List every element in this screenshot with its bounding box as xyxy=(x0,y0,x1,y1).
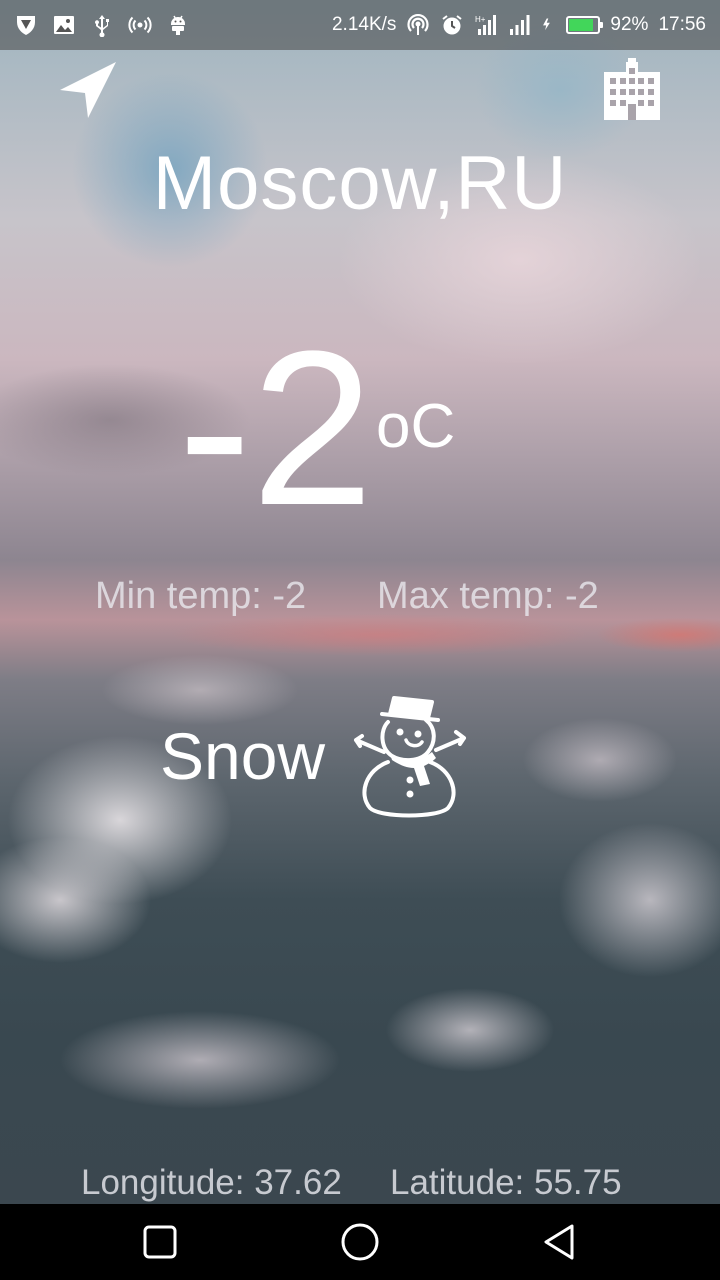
battery-icon xyxy=(566,16,604,34)
recent-apps-square-icon[interactable] xyxy=(140,1222,180,1262)
battery-cap xyxy=(600,22,604,28)
latitude: Latitude: 55.75 xyxy=(390,1163,622,1202)
city-buildings-icon[interactable] xyxy=(602,58,662,120)
weather-screen: 2.14K/s H+ 92% 17:56 Moscow,RU -2 oC Min… xyxy=(0,0,720,1280)
charging-icon xyxy=(543,18,551,31)
hotspot-icon xyxy=(128,16,152,34)
max-temp: Max temp: -2 xyxy=(377,575,599,617)
status-bar: 2.14K/s H+ 92% 17:56 xyxy=(0,0,720,50)
net-speed: 2.14K/s xyxy=(331,14,397,35)
status-bar-left-icons xyxy=(14,12,190,38)
shield-app-icon xyxy=(17,16,35,35)
alarm-icon xyxy=(442,15,463,35)
battery-level-fill xyxy=(569,19,594,31)
signal-icon xyxy=(510,15,530,35)
temperature-unit: oC xyxy=(376,392,456,461)
weather-description: Snow xyxy=(160,719,326,793)
usb-icon xyxy=(95,15,109,37)
temperature-value: -2 xyxy=(178,305,374,551)
gallery-icon xyxy=(54,16,74,34)
navigation-bar xyxy=(0,1204,720,1280)
snowman-icon xyxy=(354,696,466,818)
longitude: Longitude: 37.62 xyxy=(81,1163,342,1202)
signal-hplus-icon: H+ xyxy=(475,15,497,35)
home-circle-icon[interactable] xyxy=(340,1222,380,1262)
city-name: Moscow,RU xyxy=(152,141,568,226)
svg-text:H+: H+ xyxy=(475,15,486,24)
clock: 17:56 xyxy=(658,14,706,35)
min-temp: Min temp: -2 xyxy=(95,575,307,617)
location-arrow-icon[interactable] xyxy=(58,60,118,120)
back-triangle-icon[interactable] xyxy=(540,1222,580,1262)
android-debug-icon xyxy=(171,15,185,35)
battery-percent: 92% xyxy=(610,14,649,35)
wifi-hotspot-icon xyxy=(407,13,430,35)
status-bar-right: 2.14K/s H+ 92% 17:56 xyxy=(332,12,706,38)
